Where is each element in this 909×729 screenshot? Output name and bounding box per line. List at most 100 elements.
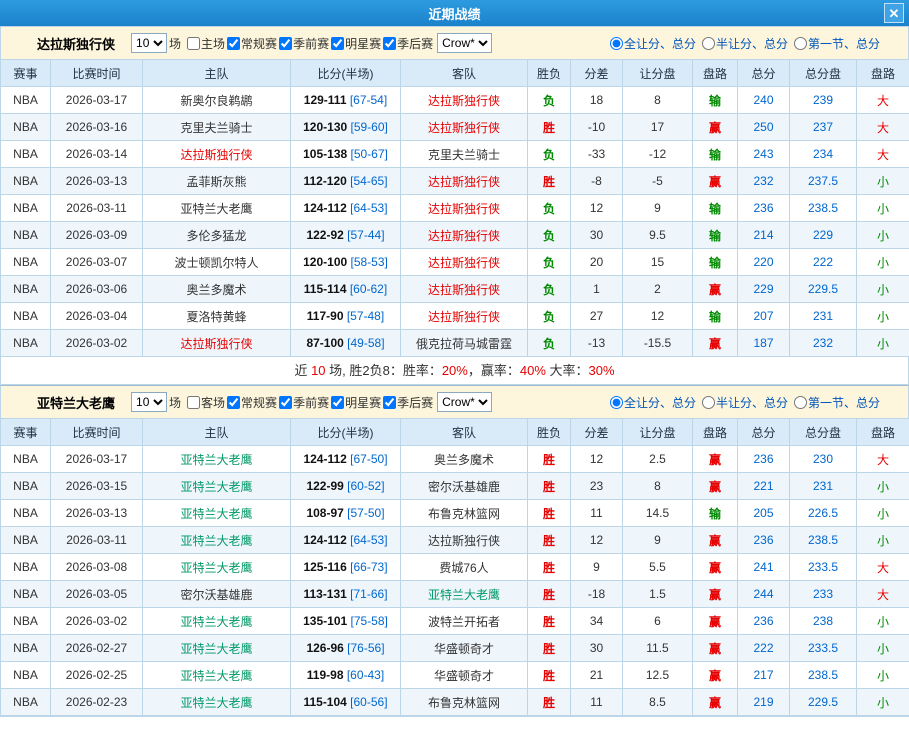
cell-home-team: 达拉斯独行侠 bbox=[143, 330, 291, 357]
cell-home-team: 亚特兰大老鹰 bbox=[143, 473, 291, 500]
cell-point-diff: 12 bbox=[571, 527, 623, 554]
filter-checkbox[interactable]: 主场 bbox=[187, 37, 225, 51]
halftime-score: [76-56] bbox=[344, 641, 385, 655]
checkbox-input[interactable] bbox=[187, 396, 200, 409]
cell-total-result: 大 bbox=[857, 581, 909, 608]
cell-total-result: 小 bbox=[857, 527, 909, 554]
column-header: 胜负 bbox=[528, 60, 571, 87]
summary-segment: 近 bbox=[294, 363, 311, 378]
cell-result: 负 bbox=[528, 222, 571, 249]
cell-away-team: 达拉斯独行侠 bbox=[401, 276, 528, 303]
cell-score: 124-112 [64-53] bbox=[291, 527, 401, 554]
halftime-score: [66-73] bbox=[347, 560, 388, 574]
filter-checkbox[interactable]: 季后赛 bbox=[383, 37, 433, 51]
radio-input[interactable] bbox=[702, 37, 715, 50]
cell-total-line: 237.5 bbox=[790, 168, 857, 195]
cell-handicap: 1.5 bbox=[623, 581, 693, 608]
cell-league: NBA bbox=[1, 114, 51, 141]
sections-container: 达拉斯独行侠 10 场 主场常规赛季前赛明星赛季后赛 Crow* 全让分、总分半… bbox=[0, 26, 909, 716]
odds-source-select[interactable]: Crow* bbox=[437, 392, 492, 412]
cell-away-team: 达拉斯独行侠 bbox=[401, 114, 528, 141]
column-header: 客队 bbox=[401, 60, 528, 87]
checkbox-input[interactable] bbox=[383, 396, 396, 409]
checkbox-input[interactable] bbox=[227, 396, 240, 409]
table-row: NBA2026-03-16克里夫兰骑士120-130 [59-60]达拉斯独行侠… bbox=[1, 114, 909, 141]
cell-total-line: 231 bbox=[790, 473, 857, 500]
cell-handicap: 8 bbox=[623, 473, 693, 500]
games-count-select[interactable]: 10 bbox=[131, 392, 167, 412]
radio-input[interactable] bbox=[794, 396, 807, 409]
filter-checkboxes: 客场常规赛季前赛明星赛季后赛 bbox=[187, 394, 435, 411]
filter-radio[interactable]: 第一节、总分 bbox=[794, 35, 880, 52]
cell-away-team: 华盛顿奇才 bbox=[401, 635, 528, 662]
odds-source-select[interactable]: Crow* bbox=[437, 33, 492, 53]
cell-total-line: 234 bbox=[790, 141, 857, 168]
cell-date: 2026-03-07 bbox=[51, 249, 143, 276]
close-button[interactable]: ✕ bbox=[884, 3, 904, 23]
filter-radio[interactable]: 半让分、总分 bbox=[702, 394, 788, 411]
filter-checkbox[interactable]: 季前赛 bbox=[279, 396, 329, 410]
cell-date: 2026-03-02 bbox=[51, 330, 143, 357]
summary-segment: ，赢率： bbox=[468, 363, 520, 378]
cell-home-team: 克里夫兰骑士 bbox=[143, 114, 291, 141]
radio-input[interactable] bbox=[610, 396, 623, 409]
cell-result: 胜 bbox=[528, 662, 571, 689]
filter-checkbox[interactable]: 客场 bbox=[187, 396, 225, 410]
cell-league: NBA bbox=[1, 662, 51, 689]
checkbox-input[interactable] bbox=[227, 37, 240, 50]
checkbox-input[interactable] bbox=[331, 37, 344, 50]
cell-total-result: 小 bbox=[857, 222, 909, 249]
halftime-score: [64-53] bbox=[347, 201, 388, 215]
cell-home-team: 新奥尔良鹈鹕 bbox=[143, 87, 291, 114]
cell-score: 120-130 [59-60] bbox=[291, 114, 401, 141]
cell-away-team: 奥兰多魔术 bbox=[401, 446, 528, 473]
cell-total: 217 bbox=[738, 662, 790, 689]
filter-radio[interactable]: 第一节、总分 bbox=[794, 394, 880, 411]
filter-checkbox[interactable]: 季后赛 bbox=[383, 396, 433, 410]
table-row: NBA2026-03-02亚特兰大老鹰135-101 [75-58]波特兰开拓者… bbox=[1, 608, 909, 635]
cell-result: 负 bbox=[528, 330, 571, 357]
cell-date: 2026-03-17 bbox=[51, 87, 143, 114]
cell-score: 105-138 [50-67] bbox=[291, 141, 401, 168]
cell-home-team: 亚特兰大老鹰 bbox=[143, 446, 291, 473]
cell-date: 2026-03-05 bbox=[51, 581, 143, 608]
filter-radio[interactable]: 全让分、总分 bbox=[610, 394, 696, 411]
cell-away-team: 克里夫兰骑士 bbox=[401, 141, 528, 168]
cell-total-result: 小 bbox=[857, 330, 909, 357]
checkbox-input[interactable] bbox=[331, 396, 344, 409]
cell-result: 负 bbox=[528, 249, 571, 276]
checkbox-input[interactable] bbox=[279, 37, 292, 50]
cell-date: 2026-02-25 bbox=[51, 662, 143, 689]
column-header: 分差 bbox=[571, 60, 623, 87]
column-header: 分差 bbox=[571, 419, 623, 446]
column-header: 盘路 bbox=[857, 419, 909, 446]
checkbox-input[interactable] bbox=[279, 396, 292, 409]
cell-away-team: 达拉斯独行侠 bbox=[401, 87, 528, 114]
cell-handicap: 9 bbox=[623, 527, 693, 554]
filter-checkbox[interactable]: 常规赛 bbox=[227, 396, 277, 410]
cell-handicap-result: 赢 bbox=[693, 635, 738, 662]
table-row: NBA2026-03-08亚特兰大老鹰125-116 [66-73]费城76人胜… bbox=[1, 554, 909, 581]
cell-result: 负 bbox=[528, 141, 571, 168]
column-header: 盘路 bbox=[693, 60, 738, 87]
radio-input[interactable] bbox=[610, 37, 623, 50]
radio-input[interactable] bbox=[702, 396, 715, 409]
cell-total-result: 小 bbox=[857, 608, 909, 635]
filter-checkbox[interactable]: 明星赛 bbox=[331, 37, 381, 51]
games-count-select[interactable]: 10 bbox=[131, 33, 167, 53]
halftime-score: [67-50] bbox=[347, 452, 388, 466]
cell-result: 胜 bbox=[528, 554, 571, 581]
cell-date: 2026-03-14 bbox=[51, 141, 143, 168]
cell-result: 胜 bbox=[528, 689, 571, 716]
checkbox-input[interactable] bbox=[383, 37, 396, 50]
filter-radio[interactable]: 半让分、总分 bbox=[702, 35, 788, 52]
cell-point-diff: 23 bbox=[571, 473, 623, 500]
filter-checkbox[interactable]: 常规赛 bbox=[227, 37, 277, 51]
checkbox-input[interactable] bbox=[187, 37, 200, 50]
radio-input[interactable] bbox=[794, 37, 807, 50]
cell-result: 胜 bbox=[528, 527, 571, 554]
filter-checkbox[interactable]: 明星赛 bbox=[331, 396, 381, 410]
table-row: NBA2026-03-14达拉斯独行侠105-138 [50-67]克里夫兰骑士… bbox=[1, 141, 909, 168]
filter-checkbox[interactable]: 季前赛 bbox=[279, 37, 329, 51]
filter-radio[interactable]: 全让分、总分 bbox=[610, 35, 696, 52]
